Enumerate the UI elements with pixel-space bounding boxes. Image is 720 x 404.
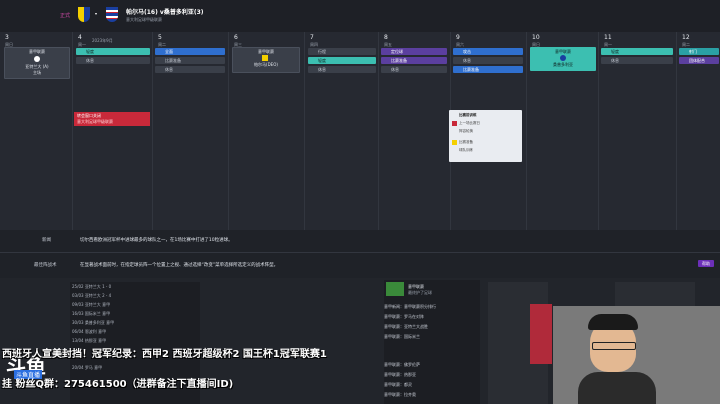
training-session[interactable]: 全面 — [155, 48, 225, 55]
club-crest-icon — [560, 55, 566, 61]
day-number: 5 — [158, 34, 162, 41]
club-crest-icon — [452, 121, 457, 126]
opponent-name: 帕尔马(DEO) — [254, 62, 278, 67]
training-session[interactable]: 休息 — [76, 57, 150, 64]
training-session[interactable]: 休息 — [381, 66, 447, 73]
match-title[interactable]: 帕尔马(16) v桑普多利亚(3) — [126, 7, 204, 16]
news-item[interactable]: 意甲联赛：罗马在对阵 — [384, 314, 424, 320]
training-session[interactable]: 团体配合 — [679, 57, 719, 64]
club-crest-icon — [34, 56, 40, 62]
match-card[interactable]: 意甲联赛 亚特兰大 (A) 主场 — [4, 47, 70, 79]
fixture-row[interactable]: 25/02 亚特兰大 1 - 0 — [72, 284, 111, 290]
club-crest-icon — [262, 55, 268, 61]
competition-label: 意甲联赛 — [29, 49, 45, 54]
finance-panel — [615, 282, 695, 308]
day-number: 8 — [384, 34, 388, 41]
alert-subtitle: 意大利足球甲级联赛 — [77, 119, 113, 124]
match-card[interactable]: 意甲联赛 桑普多利亚 — [530, 47, 596, 71]
parma-crest-icon — [78, 7, 90, 22]
tooltip-row: 阵容轮换 — [459, 129, 473, 133]
news-item[interactable]: 意甲联赛：拉齐奥 — [384, 392, 416, 398]
match-header: 正式 ▾ 帕尔马(16) v桑普多利亚(3) 意大利足球甲级联赛 — [0, 0, 720, 32]
training-session[interactable]: 攻击 — [453, 48, 523, 55]
match-subtitle: 意大利足球甲级联赛 — [126, 17, 162, 22]
day-number: 9 — [456, 34, 460, 41]
overlay-banner-line2: 挂 粉丝Q群：275461500（进群备注下直播间ID) — [2, 379, 234, 390]
training-session[interactable]: 比赛准备 — [453, 66, 523, 73]
fixture-row[interactable]: 20/04 罗马 意甲 — [72, 365, 102, 371]
opponent-name: 桑普多利亚 — [553, 62, 573, 67]
tooltip-row: 上一场比赛日 — [459, 121, 480, 125]
glasses-icon — [592, 342, 636, 350]
news-item[interactable]: 意甲联赛：国际米兰 — [384, 334, 420, 340]
news-subheadline: 最终护了足球 — [408, 290, 432, 295]
overlay-banner-line1: 西班牙人宣美封挡！冠军纪录：西甲2 西班牙超级杯2 国王杯1冠军联赛1 — [2, 349, 327, 360]
training-session[interactable]: 比赛准备 — [381, 57, 447, 64]
tactic-text: 在显著战术面前时，在指定球员阵一个位置上之视、通过选择“改变”菜单选择所选定义的… — [80, 263, 279, 268]
venue-label: 主场 — [33, 70, 41, 75]
status-flag: 正式 — [60, 13, 71, 19]
training-session[interactable]: 轻度 — [601, 48, 673, 55]
training-session[interactable]: 轻度 — [76, 48, 150, 55]
fixture-row[interactable]: 13/04 热那亚 意甲 — [72, 338, 106, 344]
tooltip-row: 比赛准备 — [459, 140, 473, 144]
news-label: 新闻 — [42, 238, 51, 243]
streamer-hair — [588, 314, 638, 330]
tactic-label: 最佳阵战术 — [34, 263, 57, 268]
news-item[interactable]: 意甲联赛：佛罗伦萨 — [384, 362, 420, 368]
standings-highlight — [530, 304, 552, 364]
fixture-row[interactable]: 09/03 亚特兰大 意甲 — [72, 302, 110, 308]
divider — [0, 252, 720, 253]
training-session[interactable]: 射门 — [679, 48, 719, 55]
day-number: 6 — [234, 34, 238, 41]
news-item[interactable]: 意甲联赛：热那亚 — [384, 372, 416, 378]
transfer-window-alert[interactable]: 转会窗口关闭 意大利足球甲级联赛 — [74, 112, 150, 126]
help-button[interactable]: 帮助 — [698, 260, 714, 267]
fixture-row[interactable]: 30/03 桑普多利亚 意甲 — [72, 320, 114, 326]
training-tooltip: 比赛前训练 上一场比赛日 阵容轮换 比赛准备 球队训练 — [449, 110, 522, 162]
versus-icon: ▾ — [95, 11, 98, 16]
fixture-row[interactable]: 16/03 国际米兰 意甲 — [72, 311, 110, 317]
day-number: 3 — [5, 34, 9, 41]
streamer-body — [578, 372, 656, 404]
day-number: 12 — [682, 34, 690, 41]
training-session[interactable]: 定位球 — [381, 48, 447, 55]
training-session[interactable]: 休息 — [453, 57, 523, 64]
news-item[interactable]: 意甲联赛：都灵 — [384, 382, 412, 388]
sampdoria-crest-icon — [106, 7, 118, 22]
day-number: 7 — [310, 34, 314, 41]
tooltip-row: 球队训练 — [459, 148, 473, 152]
news-image — [386, 282, 404, 296]
training-session[interactable]: 比赛准备 — [155, 57, 225, 64]
news-text: 切尔西看欧洲冠军杯中进球最多的球队之一，在1场比赛中打进了10粒进球。 — [80, 238, 233, 243]
training-calendar: 3 周日 4 周一 5 周二 6 周三 7 周四 8 周五 9 周六 10 周日… — [0, 32, 720, 230]
day-number: 11 — [604, 34, 612, 41]
club-crest-icon — [452, 140, 457, 145]
info-panel: 新闻 切尔西看欧洲冠军杯中进球最多的球队之一，在1场比赛中打进了10粒进球。 最… — [0, 230, 720, 278]
day-number: 4 — [78, 34, 82, 41]
match-card[interactable]: 意甲联赛 帕尔马(DEO) — [232, 47, 300, 73]
fixture-row[interactable]: 06/04 恩波利 意甲 — [72, 329, 106, 335]
training-session[interactable]: 轻度 — [308, 57, 376, 64]
day-number: 10 — [532, 34, 540, 41]
news-item[interactable]: 意甲新闻：意甲联赛积分排行 — [384, 304, 436, 310]
fixture-row[interactable]: 03/03 亚特兰大 2 - 4 — [72, 293, 111, 299]
training-session[interactable]: 休息 — [308, 66, 376, 73]
news-item[interactable]: 意甲联赛：亚特兰大战胜 — [384, 324, 428, 330]
training-session[interactable]: 行程 — [308, 48, 376, 55]
month-label: 2023年9月 — [92, 38, 113, 43]
tooltip-title: 比赛前训练 — [459, 113, 477, 117]
training-session[interactable]: 休息 — [601, 57, 673, 64]
training-session[interactable]: 休息 — [155, 66, 225, 73]
